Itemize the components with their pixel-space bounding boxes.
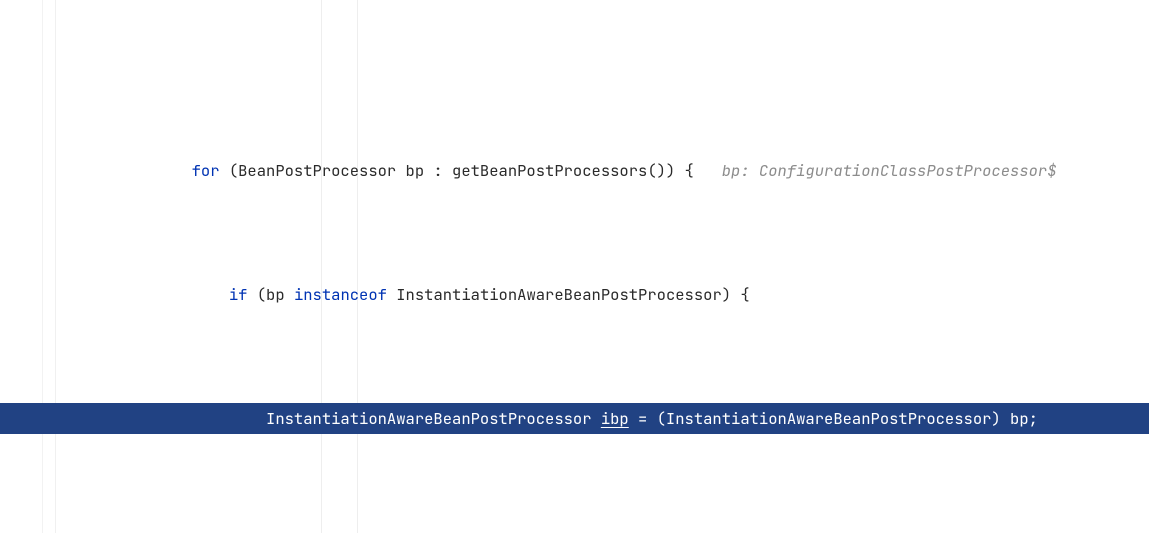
variable: ibp [601, 408, 629, 429]
code-line[interactable]: if (bp instanceof InstantiationAwareBean… [56, 279, 1149, 310]
editor-gutter [0, 0, 56, 533]
code-text: (bp [247, 284, 294, 305]
inlay-hint: bp: ConfigurationClassPostProcessor$ [722, 160, 1057, 181]
code-text: (BeanPostProcessor bp : getBeanPostProce… [220, 160, 722, 181]
keyword-for: for [192, 160, 220, 181]
code-line-current[interactable]: InstantiationAwareBeanPostProcessor ibp … [56, 403, 1149, 434]
code-area[interactable]: for (BeanPostProcessor bp : getBeanPostP… [56, 0, 1149, 533]
code-line[interactable]: PropertyValues pvsToUse = ibp.postProces… [56, 527, 1149, 533]
indent [80, 284, 229, 305]
indent-guide [321, 0, 322, 533]
indent-guide [357, 0, 358, 533]
indent [80, 408, 266, 429]
gutter-highlight [0, 403, 56, 434]
code-text: InstantiationAwareBeanPostProcessor) { [387, 284, 750, 305]
code-text: = (InstantiationAwareBeanPostProcessor) … [629, 408, 1038, 429]
keyword-if: if [229, 284, 248, 305]
keyword-instanceof: instanceof [294, 284, 387, 305]
code-line[interactable]: for (BeanPostProcessor bp : getBeanPostP… [56, 155, 1149, 186]
indent [80, 160, 192, 181]
code-editor[interactable]: for (BeanPostProcessor bp : getBeanPostP… [0, 0, 1149, 533]
type-name: InstantiationAwareBeanPostProcessor [266, 408, 601, 429]
